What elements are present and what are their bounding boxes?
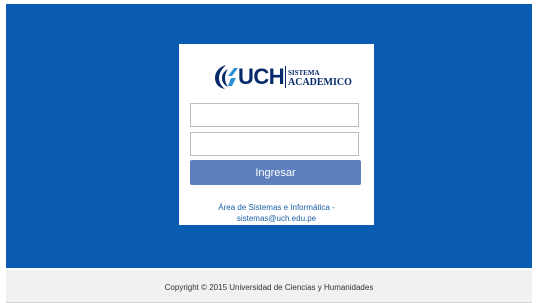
login-button[interactable]: Ingresar [190, 160, 361, 185]
uch-logo: UCH SISTEMA ACADEMICO [214, 64, 352, 90]
support-link-line1: Área de Sistemas e Informática - [218, 203, 335, 212]
support-email: sistemas@uch.edu.pe [236, 214, 317, 223]
copyright-text: Copyright © 2015 Universidad de Ciencias… [164, 283, 374, 292]
system-name: SISTEMA ACADEMICO [288, 68, 352, 88]
username-input[interactable] [190, 103, 359, 127]
uch-emblem-icon [215, 65, 238, 89]
support-link[interactable]: Área de Sistemas e Informática - sistema… [179, 202, 374, 224]
brand-name: UCH [238, 64, 285, 89]
system-name-line2: ACADEMICO [288, 77, 352, 88]
footer: Copyright © 2015 Universidad de Ciencias… [6, 270, 532, 303]
password-input[interactable] [190, 132, 359, 156]
login-card: UCH SISTEMA ACADEMICO Ingresar Área de S… [179, 44, 374, 225]
logo-divider [285, 66, 286, 88]
